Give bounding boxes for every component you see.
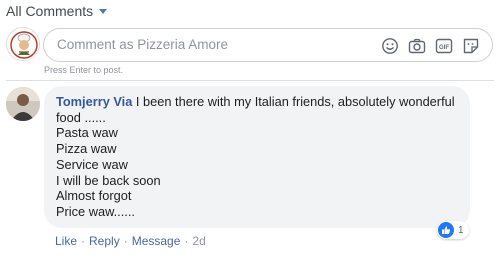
filter-label: All Comments bbox=[6, 3, 94, 19]
reaction-count: 1 bbox=[458, 224, 464, 236]
comment-text-line: Pizza waw bbox=[56, 141, 117, 157]
reply-link[interactable]: Reply bbox=[89, 234, 120, 248]
comment-timestamp[interactable]: 2d bbox=[192, 234, 205, 248]
like-link[interactable]: Like bbox=[55, 234, 77, 248]
all-comments-filter[interactable]: All Comments bbox=[6, 3, 108, 19]
page-avatar[interactable] bbox=[6, 27, 40, 61]
person-photo-icon bbox=[6, 87, 40, 121]
sticker-icon[interactable] bbox=[462, 37, 480, 55]
comment-bubble: Tomjerry Via I been there with my Italia… bbox=[44, 86, 470, 228]
comment-text-line: I will be back soon bbox=[56, 172, 161, 188]
press-enter-hint: Press Enter to post. bbox=[44, 65, 124, 75]
like-reaction-icon bbox=[438, 222, 454, 238]
comment-actions: Like · Reply · Message · 2d bbox=[55, 234, 206, 248]
reaction-summary[interactable]: 1 bbox=[437, 221, 469, 239]
comment-text-line: Almost forgot bbox=[56, 188, 132, 204]
divider bbox=[6, 80, 494, 81]
commenter-avatar[interactable] bbox=[6, 87, 40, 121]
gif-label: GIF bbox=[439, 45, 449, 51]
emoji-icon[interactable] bbox=[381, 37, 399, 55]
chef-logo-icon bbox=[8, 29, 39, 60]
separator-dot: · bbox=[123, 234, 128, 248]
camera-icon[interactable] bbox=[408, 37, 426, 55]
comment-text-line: Price waw...... bbox=[56, 203, 135, 219]
comment-text-line: I been there with my Italian friends, ab… bbox=[135, 94, 455, 109]
caret-down-icon bbox=[99, 8, 108, 14]
composer-toolbar: GIF bbox=[381, 37, 480, 55]
comment-author[interactable]: Tomjerry Via bbox=[56, 94, 132, 109]
comment-text-line: Service waw bbox=[56, 156, 128, 172]
comment-input[interactable] bbox=[57, 37, 357, 52]
comment-text-line: Pasta waw bbox=[56, 125, 118, 141]
gif-icon[interactable]: GIF bbox=[435, 37, 453, 55]
comment-text-line: food ...... bbox=[56, 109, 106, 125]
comment-composer[interactable]: GIF bbox=[43, 28, 493, 62]
separator-dot: · bbox=[81, 234, 86, 248]
separator-dot: · bbox=[184, 234, 189, 248]
message-link[interactable]: Message bbox=[132, 234, 181, 248]
